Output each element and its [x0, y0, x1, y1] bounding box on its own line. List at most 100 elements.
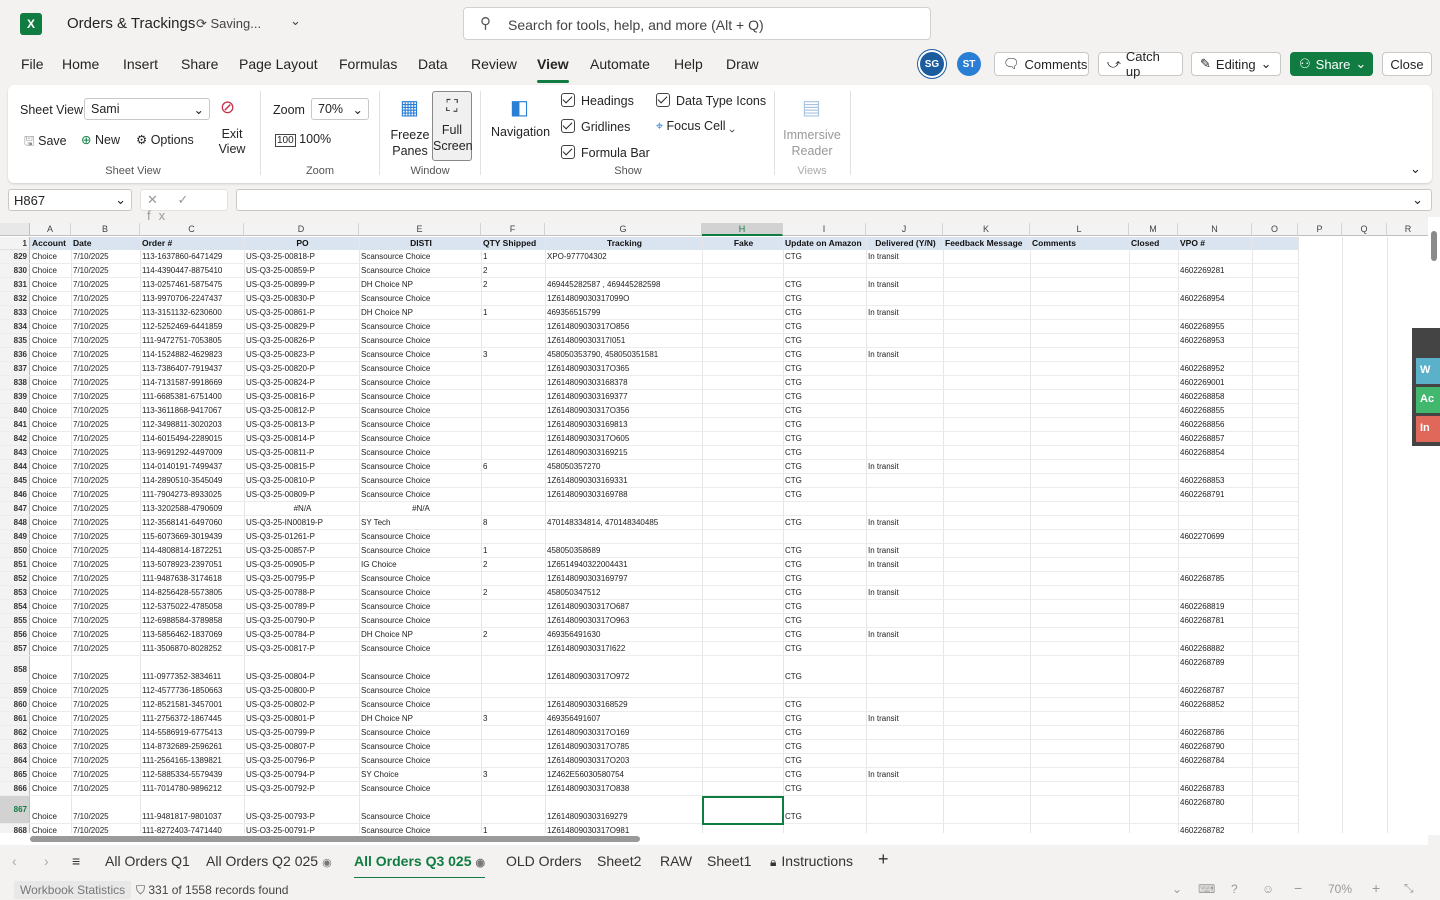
comments-button[interactable]: 🗨 Comments — [994, 52, 1089, 76]
cell-g867[interactable]: 1Z6148090303169279 — [545, 812, 702, 822]
cell-c860[interactable]: 112-8521581-3457001 — [140, 700, 244, 710]
cell-c854[interactable]: 112-5375022-4785058 — [140, 602, 244, 612]
options-button[interactable]: ⚙ Options — [136, 132, 194, 147]
cell-g843[interactable]: 1Z6148090303169215 — [545, 448, 702, 458]
cell-f829[interactable]: 1 — [481, 252, 545, 262]
cell-d857[interactable]: US-Q3-25-00817-P — [244, 644, 359, 654]
cell-e864[interactable]: Scansource Choice — [359, 756, 481, 766]
cell-f836[interactable]: 3 — [481, 350, 545, 360]
header-cell-c[interactable]: Order # — [140, 237, 244, 250]
select-all-corner[interactable] — [0, 223, 30, 236]
cell-e834[interactable]: Scansource Choice — [359, 322, 481, 332]
row-number[interactable]: 1 — [0, 237, 30, 250]
cell-i862[interactable]: CTG — [783, 728, 866, 738]
navigation-button[interactable]: Navigation — [491, 125, 550, 139]
close-button[interactable]: Close — [1382, 52, 1432, 76]
cell-c847[interactable]: 113-3202588-4790609 — [140, 504, 244, 514]
cell-b864[interactable]: 7/10/2025 — [71, 756, 140, 766]
add-sheet-icon[interactable]: + — [878, 849, 889, 870]
cell-a841[interactable]: Choice — [30, 420, 71, 430]
menu-share[interactable]: Share — [181, 56, 218, 72]
fit-screen-icon[interactable]: ⤡ — [1404, 881, 1414, 896]
cell-g832[interactable]: 1Z614809030317099O — [545, 294, 702, 304]
cell-g836[interactable]: 458050353790, 458050351581 — [545, 350, 702, 360]
cell-g841[interactable]: 1Z6148090303169813 — [545, 420, 702, 430]
cell-i865[interactable]: CTG — [783, 770, 866, 780]
cell-d852[interactable]: US-Q3-25-00795-P — [244, 574, 359, 584]
cell-c858[interactable]: 111-0977352-3834611 — [140, 672, 244, 682]
cell-c851[interactable]: 113-5078923-2397051 — [140, 560, 244, 570]
cell-g844[interactable]: 458050357270 — [545, 462, 702, 472]
column-header-b[interactable]: B — [71, 223, 140, 236]
cell-b850[interactable]: 7/10/2025 — [71, 546, 140, 556]
cell-a831[interactable]: Choice — [30, 280, 71, 290]
cell-d865[interactable]: US-Q3-25-00794-P — [244, 770, 359, 780]
menu-automate[interactable]: Automate — [590, 56, 650, 72]
menu-page-layout[interactable]: Page Layout — [239, 56, 318, 72]
cell-d840[interactable]: US-Q3-25-00812-P — [244, 406, 359, 416]
cell-b831[interactable]: 7/10/2025 — [71, 280, 140, 290]
cell-c833[interactable]: 113-3151132-6230600 — [140, 308, 244, 318]
cell-b848[interactable]: 7/10/2025 — [71, 518, 140, 528]
cell-b836[interactable]: 7/10/2025 — [71, 350, 140, 360]
cell-c831[interactable]: 113-0257461-5875475 — [140, 280, 244, 290]
cell-d846[interactable]: US-Q3-25-00809-P — [244, 490, 359, 500]
cell-a862[interactable]: Choice — [30, 728, 71, 738]
cell-a840[interactable]: Choice — [30, 406, 71, 416]
editing-mode-button[interactable]: ✎ Editing ⌄ — [1191, 52, 1281, 76]
spreadsheet-grid[interactable]: A B C D E F G H I J K L M N O P Q R 1 Account Date Order # PO D… — [0, 223, 1428, 833]
cell-i863[interactable]: CTG — [783, 742, 866, 752]
sheet-view-select[interactable]: Sami ⌄ — [84, 98, 210, 120]
cell-d849[interactable]: US-Q3-25-01261-P — [244, 532, 359, 542]
menu-home[interactable]: Home — [62, 56, 99, 72]
cell-n862[interactable]: 4602268786 — [1178, 728, 1252, 738]
feedback-icon[interactable]: ☺ — [1262, 882, 1274, 896]
avatar-sg[interactable]: SG — [920, 52, 944, 76]
cell-i860[interactable]: CTG — [783, 700, 866, 710]
cell-a867[interactable]: Choice — [30, 812, 71, 822]
cell-a865[interactable]: Choice — [30, 770, 71, 780]
cell-g866[interactable]: 1Z614809030317O838 — [545, 784, 702, 794]
cell-b854[interactable]: 7/10/2025 — [71, 602, 140, 612]
cell-f844[interactable]: 6 — [481, 462, 545, 472]
cell-i833[interactable]: CTG — [783, 308, 866, 318]
cell-b858[interactable]: 7/10/2025 — [71, 672, 140, 682]
cell-f833[interactable]: 1 — [481, 308, 545, 318]
menu-data[interactable]: Data — [418, 56, 448, 72]
cell-e835[interactable]: Scansource Choice — [359, 336, 481, 346]
cell-d842[interactable]: US-Q3-25-00814-P — [244, 434, 359, 444]
sheet-tab-old-orders[interactable]: OLD Orders — [506, 853, 581, 869]
cell-j851[interactable]: In transit — [866, 560, 943, 570]
header-cell-m[interactable]: Closed — [1129, 237, 1178, 250]
cell-b842[interactable]: 7/10/2025 — [71, 434, 140, 444]
column-header-c[interactable]: C — [140, 223, 244, 236]
menu-formulas[interactable]: Formulas — [339, 56, 397, 72]
cell-b857[interactable]: 7/10/2025 — [71, 644, 140, 654]
cell-d866[interactable]: US-Q3-25-00792-P — [244, 784, 359, 794]
cell-b865[interactable]: 7/10/2025 — [71, 770, 140, 780]
cell-n845[interactable]: 4602268853 — [1178, 476, 1252, 486]
cell-d836[interactable]: US-Q3-25-00823-P — [244, 350, 359, 360]
side-panel-tab[interactable]: Ac — [1416, 387, 1440, 413]
cell-e839[interactable]: Scansource Choice — [359, 392, 481, 402]
cell-i834[interactable]: CTG — [783, 322, 866, 332]
cell-c849[interactable]: 115-6073669-3019439 — [140, 532, 244, 542]
document-title[interactable]: Orders & Trackings — [67, 15, 195, 32]
cell-a835[interactable]: Choice — [30, 336, 71, 346]
formula-bar-checkbox[interactable]: Formula Bar — [561, 145, 650, 160]
cell-i843[interactable]: CTG — [783, 448, 866, 458]
cell-j844[interactable]: In transit — [866, 462, 943, 472]
cell-d862[interactable]: US-Q3-25-00799-P — [244, 728, 359, 738]
cell-e848[interactable]: SY Tech — [359, 518, 481, 528]
cell-b853[interactable]: 7/10/2025 — [71, 588, 140, 598]
sheet-tab-sheet1[interactable]: Sheet1 — [707, 853, 751, 869]
column-header-f[interactable]: F — [481, 223, 545, 236]
exit-view-button[interactable]: Exit View — [218, 127, 246, 157]
cell-g833[interactable]: 469356515799 — [545, 308, 702, 318]
header-cell-g[interactable]: Tracking — [545, 237, 702, 250]
cell-i850[interactable]: CTG — [783, 546, 866, 556]
cell-b862[interactable]: 7/10/2025 — [71, 728, 140, 738]
cell-g852[interactable]: 1Z6148090303169797 — [545, 574, 702, 584]
header-cell-l[interactable]: Comments — [1030, 237, 1129, 250]
cell-n857[interactable]: 4602268882 — [1178, 644, 1252, 654]
